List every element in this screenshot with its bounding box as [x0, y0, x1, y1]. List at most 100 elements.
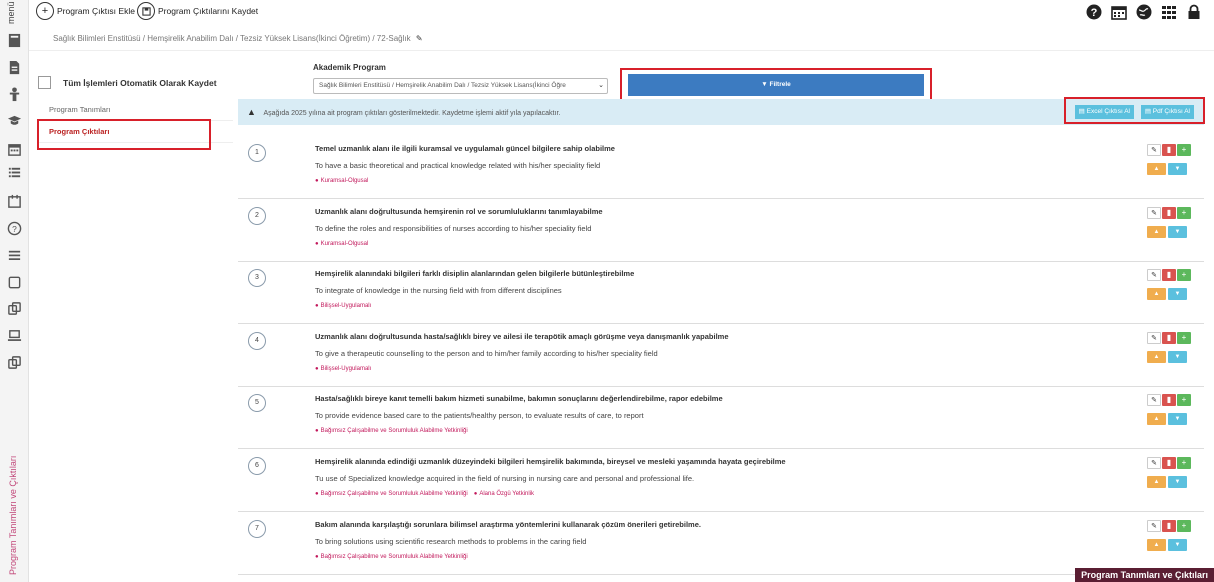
svg-text:?: ? — [12, 224, 17, 234]
square-icon[interactable] — [7, 275, 22, 290]
academic-program-select[interactable]: Sağlık Bilimleri Enstitüsü / Hemşirelik … — [313, 78, 608, 94]
outcome-tags: Bilişsel-Uygulamalı — [315, 303, 372, 309]
chevron-down-icon[interactable]: ▼ — [1168, 476, 1187, 488]
plus-icon[interactable]: + — [1177, 394, 1191, 406]
chevron-up-icon[interactable]: ▲ — [1147, 413, 1166, 425]
chevron-up-icon[interactable]: ▲ — [1147, 476, 1166, 488]
chevron-down-icon[interactable]: ▼ — [1168, 163, 1187, 175]
competency-tag: Kuramsal-Olgusal — [315, 178, 369, 184]
plus-icon[interactable]: + — [1177, 520, 1191, 532]
copy-icon[interactable] — [7, 301, 22, 316]
trash-icon[interactable]: ▮ — [1162, 520, 1176, 532]
edit-icon[interactable]: ✎ — [1147, 207, 1161, 219]
footer-badge: Program Tanımları ve Çıktıları — [1075, 568, 1214, 582]
chevron-down-icon[interactable]: ▼ — [1168, 226, 1187, 238]
trash-icon[interactable]: ▮ — [1162, 394, 1176, 406]
outcome-text-tr: Bakım alanında karşılaştığı sorunlara bi… — [315, 520, 701, 529]
laptop-icon[interactable] — [7, 328, 22, 343]
outcome-card: 1 Temel uzmanlık alanı ile ilgili kuramsa… — [238, 137, 1204, 199]
competency-tag: Kuramsal-Olgusal — [315, 241, 369, 247]
edit-icon[interactable]: ✎ — [1147, 394, 1161, 406]
outcome-number: 5 — [248, 394, 266, 412]
trash-icon[interactable]: ▮ — [1162, 207, 1176, 219]
trash-icon[interactable]: ▮ — [1162, 332, 1176, 344]
edit-icon[interactable]: ✎ — [1147, 144, 1161, 156]
highlight-box — [37, 119, 211, 150]
help-icon[interactable]: ? — [1086, 4, 1102, 20]
chevron-up-icon[interactable]: ▲ — [1147, 226, 1166, 238]
chevron-up-icon[interactable]: ▲ — [1147, 288, 1166, 300]
outcome-tags: Kuramsal-Olgusal — [315, 178, 369, 184]
list-icon[interactable] — [7, 165, 22, 180]
document-icon[interactable] — [7, 60, 22, 75]
nav-program-definitions[interactable]: Program Tanımları — [38, 99, 233, 121]
book-icon[interactable] — [7, 33, 22, 48]
save-outcomes-button[interactable]: Program Çıktılarını Kaydet — [137, 2, 258, 20]
calendar-icon[interactable] — [1111, 4, 1127, 20]
checkbox-box[interactable] — [38, 76, 51, 89]
plus-icon[interactable]: + — [1177, 144, 1191, 156]
academic-program-label: Akademik Program — [313, 63, 386, 72]
chevron-up-icon[interactable]: ▲ — [1147, 539, 1166, 551]
chevron-down-icon[interactable]: ▼ — [1168, 539, 1187, 551]
menu-toggle[interactable]: menü — [6, 1, 16, 24]
divider — [29, 50, 1214, 51]
outcome-text-en: To bring solutions using scientific rese… — [315, 537, 587, 546]
chevron-down-icon: ⌄ — [598, 82, 604, 89]
autosave-checkbox[interactable]: Tüm İşlemleri Otomatik Olarak Kaydet — [38, 76, 217, 89]
outcome-text-tr: Temel uzmanlık alanı ile ilgili kuramsal… — [315, 144, 615, 153]
menu-icon[interactable] — [7, 248, 22, 263]
chevron-down-icon[interactable]: ▼ — [1168, 351, 1187, 363]
chevron-up-icon[interactable]: ▲ — [1147, 351, 1166, 363]
competency-tag: Alana Özgü Yetkinlik — [474, 491, 534, 497]
competency-tag: Bağımsız Çalışabilme ve Sorumluluk Alabi… — [315, 491, 468, 497]
outcome-tags: Bağımsız Çalışabilme ve Sorumluluk Alabi… — [315, 554, 468, 560]
outcome-card: 6 Hemşirelik alanında edindiği uzmanlık d… — [238, 450, 1204, 512]
plus-icon[interactable]: + — [1177, 207, 1191, 219]
pencil-icon[interactable]: ✎ — [416, 34, 423, 43]
person-icon[interactable] — [7, 87, 22, 102]
outcome-card: 3 Hemşirelik alanındaki bilgileri farklı … — [238, 262, 1204, 324]
chevron-down-icon[interactable]: ▼ — [1168, 413, 1187, 425]
add-outcome-button[interactable]: + Program Çıktısı Ekle — [36, 2, 135, 20]
info-banner: ▲ Aşağıda 2025 yılına ait program çıktıl… — [238, 99, 1204, 125]
outcome-number: 6 — [248, 457, 266, 475]
outcome-number: 7 — [248, 520, 266, 538]
plus-icon[interactable]: + — [1177, 269, 1191, 281]
save-outcomes-label: Program Çıktılarını Kaydet — [158, 6, 259, 16]
chevron-up-icon[interactable]: ▲ — [1147, 163, 1166, 175]
outcome-card: 7 Bakım alanında karşılaştığı sorunlara b… — [238, 513, 1204, 575]
apps-grid-icon[interactable] — [1161, 4, 1177, 20]
edit-icon[interactable]: ✎ — [1147, 520, 1161, 532]
help-icon[interactable]: ? — [7, 221, 22, 236]
outcome-number: 1 — [248, 144, 266, 162]
calendar-icon[interactable] — [7, 194, 22, 209]
edit-icon[interactable]: ✎ — [1147, 332, 1161, 344]
top-bar: + Program Çıktısı Ekle Program Çıktıları… — [29, 0, 1214, 26]
calendar-icon[interactable] — [7, 142, 22, 157]
outcome-text-en: To have a basic theoretical and practica… — [315, 161, 601, 170]
outcome-tags: Bağımsız Çalışabilme ve Sorumluluk Alabi… — [315, 428, 468, 434]
highlight-box — [1064, 97, 1205, 124]
lock-icon[interactable] — [1186, 4, 1202, 20]
trash-icon[interactable]: ▮ — [1162, 144, 1176, 156]
outcome-number: 2 — [248, 207, 266, 225]
outcome-text-en: To integrate of knowledge in the nursing… — [315, 286, 562, 295]
trash-icon[interactable]: ▮ — [1162, 457, 1176, 469]
globe-icon[interactable] — [1136, 4, 1152, 20]
edit-icon[interactable]: ✎ — [1147, 457, 1161, 469]
outcome-text-en: To give a therapeutic counselling to the… — [315, 349, 658, 358]
plus-icon[interactable]: + — [1177, 332, 1191, 344]
chevron-down-icon[interactable]: ▼ — [1168, 288, 1187, 300]
outcome-tags: Kuramsal-Olgusal — [315, 241, 369, 247]
outcome-text-tr: Uzmanlık alanı doğrultusunda hemşirenin … — [315, 207, 603, 216]
outcome-number: 4 — [248, 332, 266, 350]
graduation-cap-icon[interactable] — [7, 113, 22, 128]
icon-rail: menü ? Program Tanımları ve Çıktıları — [0, 0, 29, 582]
plus-icon[interactable]: + — [1177, 457, 1191, 469]
edit-icon[interactable]: ✎ — [1147, 269, 1161, 281]
svg-text:?: ? — [1091, 7, 1098, 19]
trash-icon[interactable]: ▮ — [1162, 269, 1176, 281]
autosave-label: Tüm İşlemleri Otomatik Olarak Kaydet — [63, 77, 217, 88]
copy-icon[interactable] — [7, 355, 22, 370]
